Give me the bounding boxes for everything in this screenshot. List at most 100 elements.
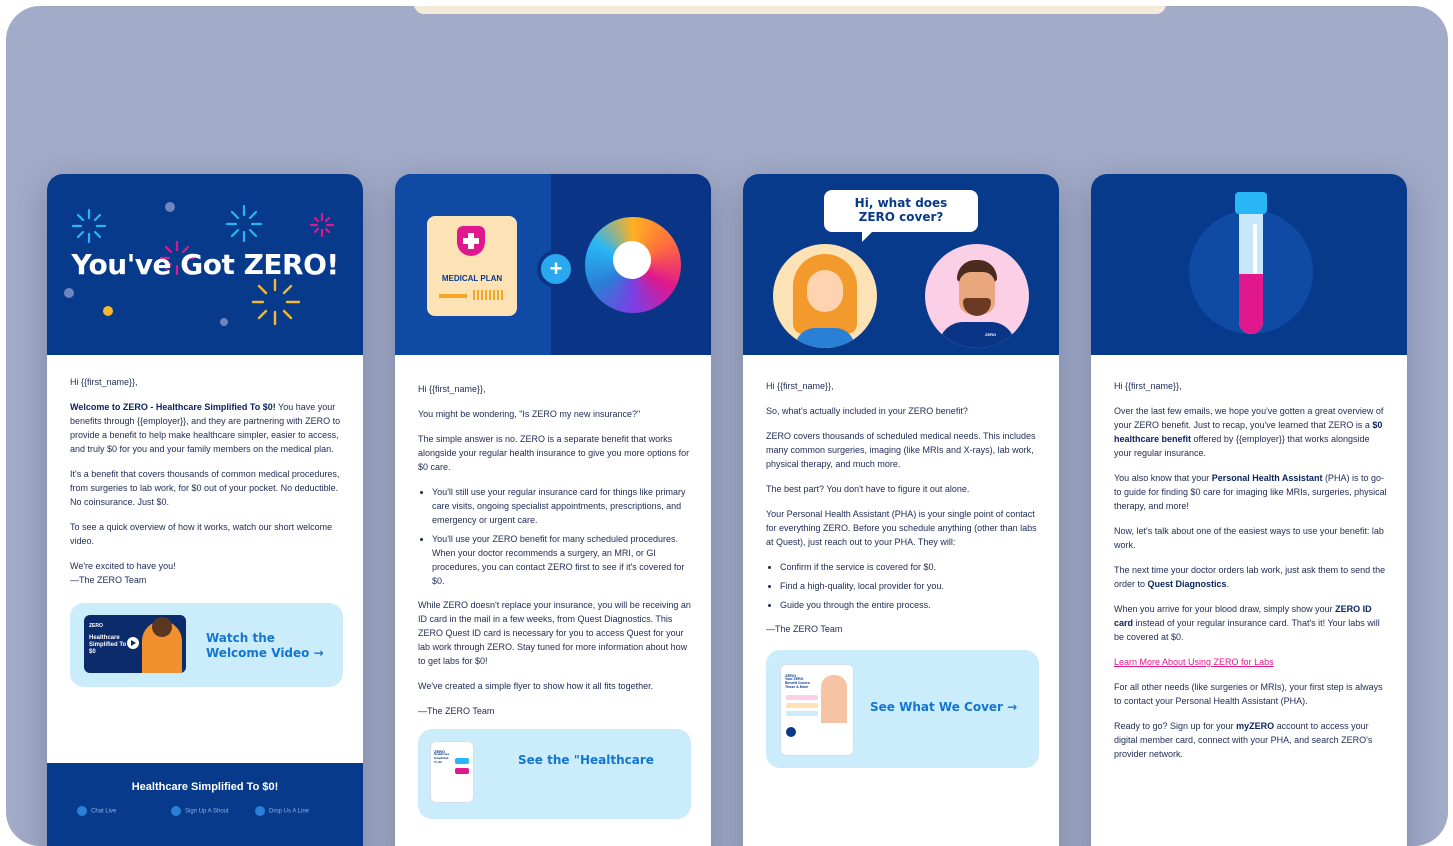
- hero-banner: You've Got ZERO!: [47, 174, 363, 355]
- thumb-title: Healthcare Simplified To $0: [434, 752, 450, 764]
- paragraph: We've created a simple flyer to show how…: [418, 681, 654, 691]
- highlight: myZERO: [1236, 721, 1275, 731]
- hero-banner: [1091, 174, 1407, 355]
- mail-icon: [255, 806, 265, 816]
- email-card-labs: Hi {{first_name}}, Over the last few ema…: [1091, 174, 1407, 846]
- list-item: Find a high-quality, local provider for …: [780, 579, 1039, 593]
- zero-logo-icon: [585, 217, 681, 313]
- greeting: Hi {{first_name}},: [70, 377, 138, 387]
- thumb-graphic: [786, 711, 818, 716]
- thumb-graphic: [455, 768, 469, 774]
- video-thumbnail[interactable]: ZERO Healthcare Simplified To $0: [84, 615, 186, 673]
- thumb-text: Healthcare Simplified To $0: [89, 635, 127, 655]
- paragraph: So, what's actually included in your ZER…: [766, 406, 968, 416]
- cta-label[interactable]: See What We Cover →: [870, 700, 1030, 715]
- plan-label: MEDICAL PLAN: [441, 274, 503, 283]
- thumb-graphic: [786, 695, 818, 700]
- signup-icon: [171, 806, 181, 816]
- cta-label[interactable]: Watch the Welcome Video →: [206, 631, 326, 661]
- woman-avatar: [773, 244, 877, 348]
- paragraph-text: instead of your regular insurance card. …: [1114, 618, 1380, 642]
- footer-link-chat[interactable]: Chat Live: [77, 806, 116, 816]
- paragraph: Learn More About Using ZERO for Labs: [1114, 655, 1387, 669]
- signature: —The ZERO Team: [766, 624, 843, 634]
- flyer-thumbnail[interactable]: ZERO Healthcare Simplified To $0: [430, 741, 474, 803]
- paragraph: The best part? You don't have to figure …: [766, 484, 970, 494]
- list-item: You'll still use your regular insurance …: [432, 485, 691, 527]
- paragraph: For all other needs (like surgeries or M…: [1114, 682, 1383, 706]
- chat-icon: [77, 806, 87, 816]
- email-card-coverage: Hi, what does ZERO cover? ZERO Hi {{firs…: [743, 174, 1059, 846]
- highlight: Quest Diagnostics: [1147, 579, 1227, 589]
- paragraph: You might be wondering, "Is ZERO my new …: [418, 409, 641, 419]
- highlight: Personal Health Assistant: [1211, 473, 1323, 483]
- signature: —The ZERO Team: [418, 706, 495, 716]
- see-coverage-button[interactable]: ZERO Your ZERO Benefit Covers Those & Mo…: [766, 650, 1039, 768]
- thumb-graphic: [455, 758, 469, 764]
- paragraph-text: Over the last few emails, we hope you've…: [1114, 406, 1384, 430]
- paragraph: To see a quick overview of how it works,…: [70, 522, 333, 546]
- speech-bubble: Hi, what does ZERO cover?: [824, 190, 978, 242]
- paragraph-text: .: [1226, 579, 1230, 589]
- plus-icon: +: [537, 250, 575, 288]
- see-flyer-button[interactable]: ZERO Healthcare Simplified To $0 See the…: [418, 729, 691, 819]
- hero-banner: MEDICAL PLAN +: [395, 174, 711, 355]
- email-body: Hi {{first_name}}, So, what's actually i…: [743, 355, 1059, 768]
- paragraph: When you arrive for your blood draw, sim…: [1114, 602, 1387, 644]
- email-body: Hi {{first_name}}, You might be wonderin…: [395, 355, 711, 819]
- test-tube-icon: [1239, 214, 1263, 334]
- footer-title: Healthcare Simplified To $0!: [131, 781, 279, 793]
- email-card-welcome: You've Got ZERO! Hi {{first_name}}, Welc…: [47, 174, 363, 846]
- shirt-badge: ZERO: [985, 332, 997, 337]
- paragraph: Welcome to ZERO - Healthcare Simplified …: [70, 400, 343, 456]
- person-head: [152, 617, 172, 637]
- bullet-list: You'll still use your regular insurance …: [418, 485, 691, 588]
- coverage-flyer-thumbnail[interactable]: ZERO Your ZERO Benefit Covers Those & Mo…: [780, 664, 854, 756]
- shield-icon: [457, 226, 485, 256]
- thumb-title: Your ZERO Benefit Covers Those & More: [785, 677, 810, 689]
- paragraph: Your Personal Health Assistant (PHA) is …: [766, 509, 1037, 547]
- paragraph: Ready to go? Sign up for your myZERO acc…: [1114, 719, 1387, 761]
- cta-label[interactable]: See the "Healthcare: [518, 753, 698, 768]
- bullet-list: Confirm if the service is covered for $0…: [766, 560, 1039, 612]
- paragraph: ZERO covers thousands of scheduled medic…: [766, 431, 1036, 469]
- paragraph: The simple answer is no. ZERO is a separ…: [418, 434, 690, 472]
- thumb-graphic: [786, 703, 818, 708]
- play-icon[interactable]: [127, 637, 139, 649]
- welcome-heading: Welcome to ZERO - Healthcare Simplified …: [70, 402, 276, 412]
- paragraph-text: You also know that your: [1114, 473, 1212, 483]
- list-item: Guide you through the entire process.: [780, 598, 1039, 612]
- thumb-graphic: [786, 727, 796, 737]
- tube-cap: [1235, 192, 1267, 214]
- medical-plan-card-icon: MEDICAL PLAN: [427, 216, 517, 316]
- list-item: Confirm if the service is covered for $0…: [780, 560, 1039, 574]
- person-photo: [821, 675, 847, 723]
- paragraph-text: Ready to go? Sign up for your: [1114, 721, 1237, 731]
- footer-link-email[interactable]: Drop Us A Line: [255, 806, 309, 816]
- signature: —The ZERO Team: [70, 575, 147, 585]
- top-panel-edge: [414, 6, 1166, 14]
- email-body: Hi {{first_name}}, Over the last few ema…: [1091, 355, 1407, 761]
- greeting: Hi {{first_name}},: [766, 381, 834, 391]
- hero-banner: Hi, what does ZERO cover? ZERO: [743, 174, 1059, 355]
- showcase-background: You've Got ZERO! Hi {{first_name}}, Welc…: [6, 6, 1448, 846]
- paragraph-text: When you arrive for your blood draw, sim…: [1114, 604, 1336, 614]
- paragraph: You also know that your Personal Health …: [1114, 471, 1387, 513]
- hero-title: You've Got ZERO!: [71, 248, 339, 281]
- footer-link-signup[interactable]: Sign Up A Shout: [171, 806, 229, 816]
- barcode-icon: [473, 290, 505, 300]
- watch-video-button[interactable]: ZERO Healthcare Simplified To $0 Watch t…: [70, 603, 343, 687]
- paragraph: The next time your doctor orders lab wor…: [1114, 563, 1387, 591]
- greeting: Hi {{first_name}},: [1114, 381, 1182, 391]
- paragraph: Over the last few emails, we hope you've…: [1114, 404, 1387, 460]
- thumb-logo: ZERO: [89, 623, 103, 629]
- email-footer: Healthcare Simplified To $0! Chat Live S…: [47, 763, 363, 846]
- paragraph: Now, let's talk about one of the easiest…: [1114, 526, 1384, 550]
- labs-learn-more-link[interactable]: Learn More About Using ZERO for Labs: [1114, 657, 1274, 667]
- email-card-insurance: MEDICAL PLAN + Hi {{first_name}}, You mi…: [395, 174, 711, 846]
- paragraph: It's a benefit that covers thousands of …: [70, 469, 340, 507]
- greeting: Hi {{first_name}},: [418, 384, 486, 394]
- plan-card-line: [439, 294, 467, 298]
- assistant-avatar: ZERO: [925, 244, 1029, 348]
- paragraph: While ZERO doesn't replace your insuranc…: [418, 600, 691, 666]
